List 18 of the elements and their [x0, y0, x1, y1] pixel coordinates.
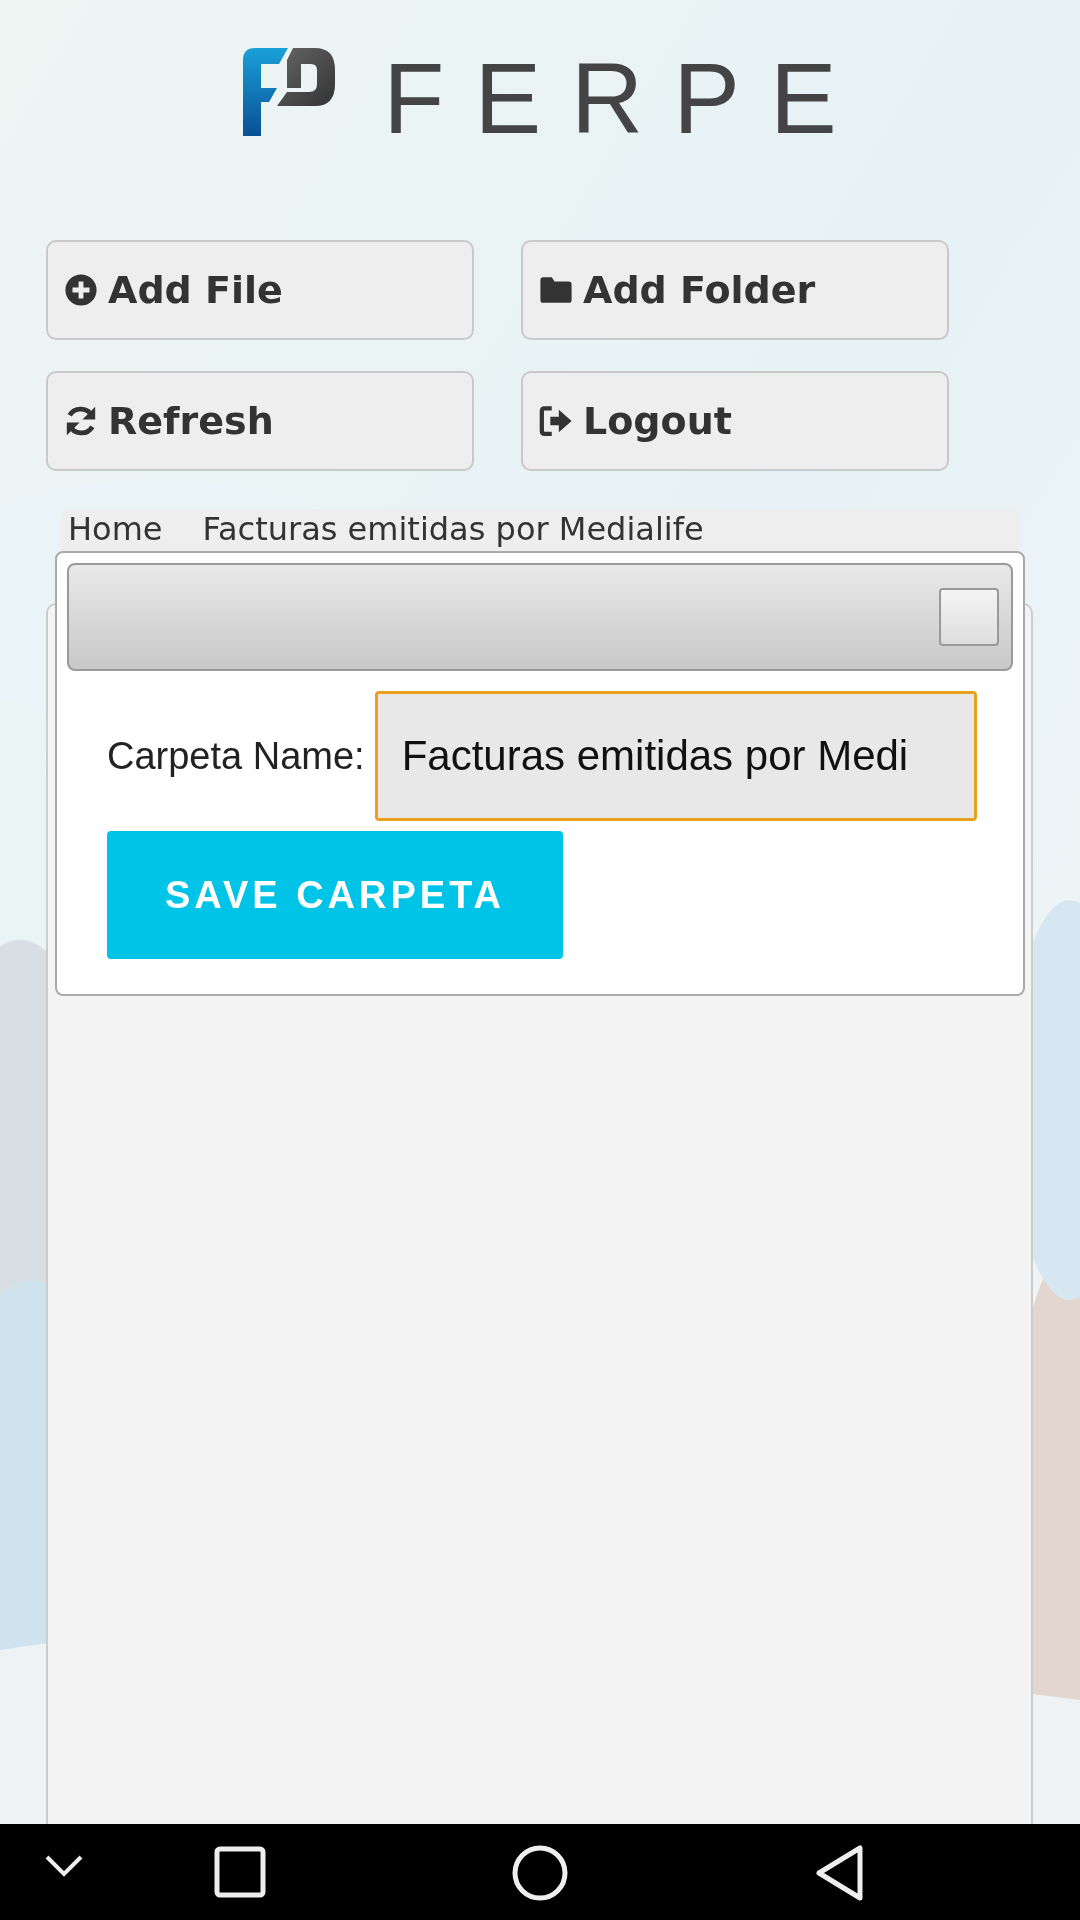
- home-icon[interactable]: [511, 1844, 569, 1902]
- refresh-icon: [64, 404, 98, 438]
- chevron-down-icon[interactable]: [44, 1854, 84, 1878]
- toolbar-button[interactable]: Refresh: [46, 371, 474, 471]
- back-icon[interactable]: [814, 1844, 866, 1902]
- toolbar-button[interactable]: Add File: [46, 240, 474, 340]
- logout-icon: [539, 404, 573, 438]
- field-label: Carpeta Name:: [107, 733, 365, 779]
- recent-apps-icon[interactable]: [214, 1846, 266, 1898]
- logo-text: FERPE: [383, 48, 867, 148]
- toolbar-button[interactable]: Logout: [521, 371, 949, 471]
- breadcrumb-link[interactable]: Facturas emitidas por Medialife: [202, 513, 704, 545]
- close-button[interactable]: [939, 588, 999, 646]
- toolbar-button[interactable]: Add Folder: [521, 240, 949, 340]
- input-field[interactable]: Facturas emitidas por Medi: [374, 691, 977, 821]
- breadcrumb-link[interactable]: Home: [68, 513, 163, 545]
- plus-circle-icon: [64, 273, 98, 307]
- logo-icon: [243, 48, 336, 136]
